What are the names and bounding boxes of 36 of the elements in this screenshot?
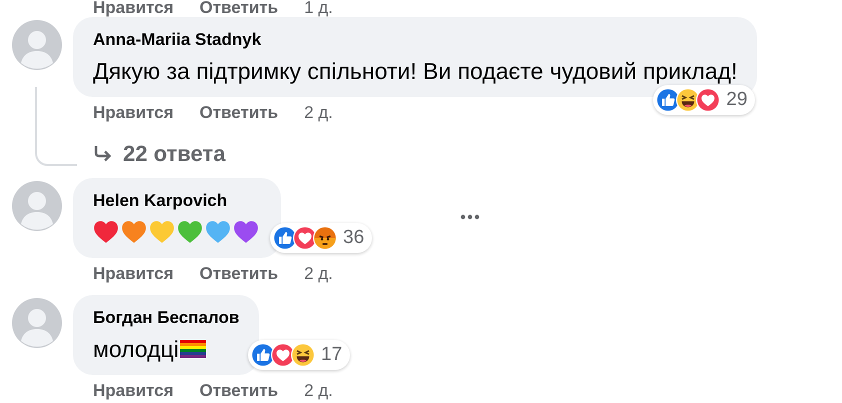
angry-face-icon <box>313 226 337 250</box>
timestamp[interactable]: 1 д. <box>304 0 333 16</box>
replies-link[interactable]: 22 ответа <box>0 141 842 167</box>
avatar <box>12 298 62 348</box>
rainbow-flag-icon <box>180 340 206 358</box>
like-link[interactable]: Нравится <box>93 264 174 284</box>
reply-link[interactable]: Ответить <box>200 381 278 401</box>
like-reaction-icon <box>656 88 680 112</box>
more-icon <box>460 214 480 220</box>
like-reaction-icon <box>273 226 297 250</box>
reactions-badge[interactable]: 36 <box>270 223 372 253</box>
timestamp[interactable]: 2 д. <box>304 103 333 123</box>
comment-text: молодці <box>93 335 179 363</box>
laughing-face-icon <box>676 88 700 112</box>
reply-arrow-icon <box>93 145 113 163</box>
author-name[interactable]: Helen Karpovich <box>93 190 261 212</box>
reply-link[interactable]: Ответить <box>200 264 278 284</box>
reactions-badge[interactable]: 17 <box>248 340 350 370</box>
heart-reaction-icon <box>271 343 295 367</box>
heart-reaction-icon <box>696 88 720 112</box>
avatar <box>12 181 62 231</box>
author-name[interactable]: Anna-Mariia Stadnyk <box>93 29 738 51</box>
timestamp[interactable]: 2 д. <box>304 381 333 401</box>
reply-link[interactable]: Ответить <box>200 103 278 123</box>
heart-reaction-icon <box>293 226 317 250</box>
reactions-badge[interactable]: 29 <box>653 85 756 115</box>
author-name[interactable]: Богдан Беспалов <box>93 307 240 329</box>
like-link[interactable]: Нравится <box>93 103 174 123</box>
laughing-face-icon <box>291 343 315 367</box>
like-link[interactable]: Нравится <box>93 0 174 16</box>
comment-text: Дякую за підтримку спільноти! Ви подаєте чудовий приклад! <box>93 57 738 85</box>
timestamp[interactable]: 2 д. <box>304 264 333 284</box>
reply-link[interactable]: Ответить <box>200 0 278 16</box>
like-link[interactable]: Нравится <box>93 381 174 401</box>
avatar <box>12 20 62 70</box>
like-reaction-icon <box>251 343 275 367</box>
